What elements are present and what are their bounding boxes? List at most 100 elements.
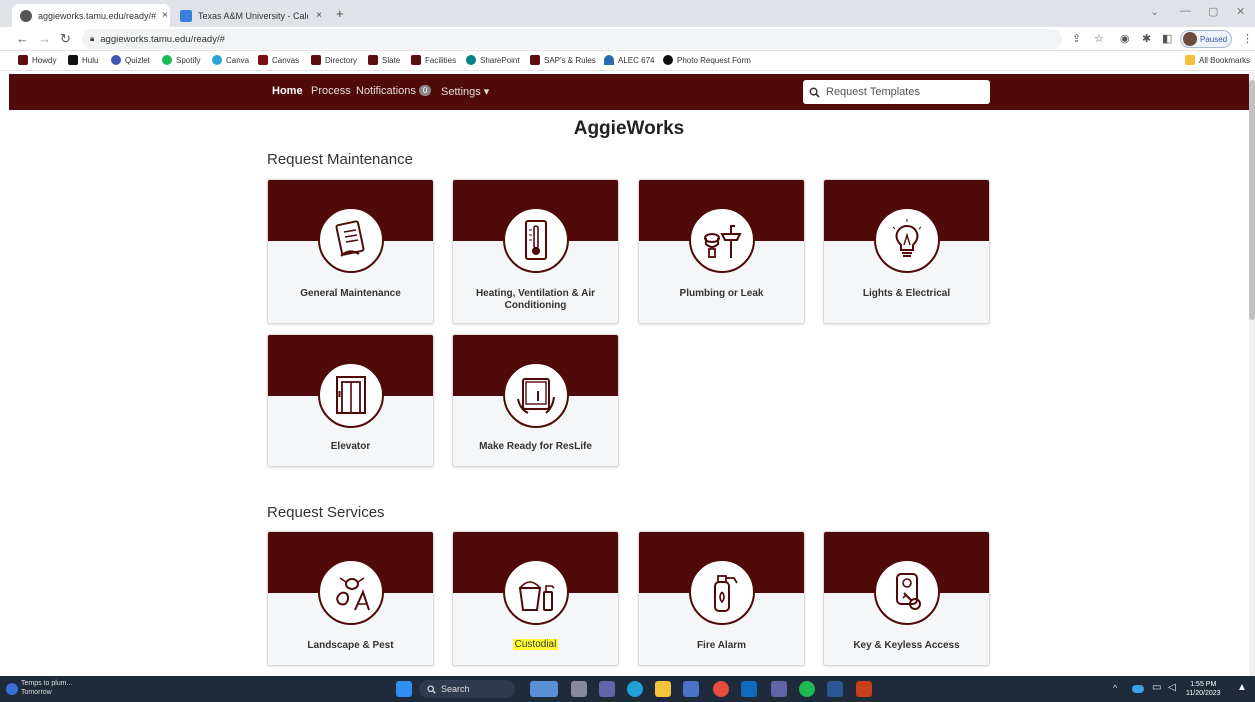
file-explorer-icon[interactable]: [655, 681, 671, 697]
plumbing-icon: [689, 207, 755, 273]
section-request-services: Request Services: [267, 504, 385, 521]
powerpoint-icon[interactable]: [856, 681, 872, 697]
share-icon[interactable]: ⇪: [1072, 32, 1081, 45]
profile-status: Paused: [1200, 34, 1228, 44]
bookmark-sharepoint[interactable]: SharePoint: [466, 55, 520, 65]
info-icon: [663, 55, 673, 65]
chrome-icon[interactable]: [713, 681, 729, 697]
request-templates-search[interactable]: Request Templates: [803, 80, 990, 104]
taskbar-clock[interactable]: 1:55 PM 11/20/2023: [1186, 680, 1221, 698]
notification-bell-icon[interactable]: ▲: [1237, 682, 1247, 693]
url-field[interactable]: 🔒︎ aggieworks.tamu.edu/ready/#: [82, 29, 1062, 49]
bookmark-slate[interactable]: Slate: [368, 55, 400, 65]
tab-aggieworks[interactable]: aggieworks.tamu.edu/ready/# ×: [12, 4, 170, 27]
network-icon[interactable]: ▭: [1152, 682, 1161, 693]
bookmark-canvas[interactable]: Canvas: [258, 55, 299, 65]
bookmark-howdy[interactable]: Howdy: [18, 55, 56, 65]
close-window-icon[interactable]: ✕: [1236, 5, 1245, 18]
card-lights-electrical[interactable]: Lights & Electrical: [823, 179, 990, 324]
card-label: Key & Keyless Access: [853, 640, 960, 651]
teams-chat-icon[interactable]: [599, 681, 615, 697]
card-landscape-pest[interactable]: Landscape & Pest: [267, 531, 434, 666]
minimize-icon[interactable]: —: [1180, 5, 1191, 17]
maximize-icon[interactable]: ▢: [1208, 5, 1218, 18]
all-bookmarks[interactable]: All Bookmarks: [1185, 55, 1250, 65]
globe-icon: [20, 9, 32, 22]
tab-search-icon[interactable]: ⌄: [1150, 5, 1159, 18]
card-make-ready-reslife[interactable]: Make Ready for ResLife: [452, 334, 619, 467]
sharepoint-icon: [466, 55, 476, 65]
onedrive-icon[interactable]: [1132, 685, 1144, 693]
cloud-icon: [604, 55, 614, 65]
edge-icon[interactable]: [627, 681, 643, 697]
chevron-up-icon[interactable]: ^: [1113, 683, 1117, 693]
bookmark-quizlet[interactable]: Quizlet: [111, 55, 150, 65]
card-key-keyless-access[interactable]: Key & Keyless Access: [823, 531, 990, 666]
tamu-icon: [18, 55, 28, 65]
bookmark-spotify[interactable]: Spotify: [162, 55, 200, 65]
windows-taskbar: Temps to plum... Tomorrow Search ^ ▭ ◁ 1…: [0, 676, 1255, 702]
menu-icon[interactable]: ⋮: [1242, 32, 1253, 45]
close-tab-icon[interactable]: ×: [316, 10, 322, 21]
sidepanel-icon[interactable]: ◧: [1162, 32, 1172, 45]
nav-settings[interactable]: Settings ▾: [441, 85, 489, 98]
tamu-icon: [258, 55, 268, 65]
weather-icon[interactable]: [6, 683, 18, 695]
lock-icon: 🔒︎: [90, 34, 95, 43]
outlook-icon[interactable]: [741, 681, 757, 697]
site-navbar: Home Process Notifications 0 Settings ▾ R…: [9, 74, 1249, 110]
calendar-icon: [180, 9, 192, 22]
card-label: Custodial: [459, 639, 612, 651]
windows-start-icon[interactable]: [396, 681, 412, 697]
card-hvac[interactable]: Heating, Ventilation & Air Conditioning: [452, 179, 619, 324]
puzzle-icon[interactable]: ✱: [1142, 32, 1151, 45]
spotify-icon: [162, 55, 172, 65]
volume-icon[interactable]: ◁: [1168, 682, 1176, 693]
bookmark-directory[interactable]: Directory: [311, 55, 357, 65]
card-label: Landscape & Pest: [307, 640, 394, 651]
task-view-icon[interactable]: [571, 681, 587, 697]
card-elevator[interactable]: Elevator: [267, 334, 434, 467]
tablet-icon: [503, 362, 569, 428]
bookmark-canva[interactable]: Canva: [212, 55, 249, 65]
search-placeholder: Request Templates: [826, 86, 920, 98]
taskbar-search[interactable]: Search: [419, 680, 515, 698]
bookmark-star-icon[interactable]: ☆: [1094, 32, 1104, 45]
nav-notifications[interactable]: Notifications 0: [356, 85, 432, 97]
elevator-icon: [318, 362, 384, 428]
canva-icon: [212, 55, 222, 65]
close-tab-icon[interactable]: ×: [162, 10, 168, 21]
widgets-icon[interactable]: [530, 681, 558, 697]
key-icon: [874, 559, 940, 625]
new-tab-button[interactable]: +: [336, 6, 344, 21]
slate-icon: [368, 55, 378, 65]
card-plumbing[interactable]: Plumbing or Leak: [638, 179, 805, 324]
card-label: Fire Alarm: [696, 640, 747, 651]
card-fire-alarm[interactable]: Fire Alarm: [638, 531, 805, 666]
card-general-maintenance[interactable]: General Maintenance: [267, 179, 434, 324]
bookmark-alec674[interactable]: ALEC 674: [604, 55, 654, 65]
bookmark-facilities[interactable]: Facilities: [411, 55, 456, 65]
bookmark-saps-rules[interactable]: SAP's & Rules: [530, 55, 596, 65]
nav-home[interactable]: Home: [272, 85, 303, 97]
scrollbar-thumb[interactable]: [1249, 80, 1255, 320]
extension-icon[interactable]: ◉: [1120, 32, 1130, 45]
bookmark-photo-request[interactable]: Photo Request Form: [663, 55, 751, 65]
profile-button[interactable]: Paused: [1180, 30, 1232, 48]
word-icon[interactable]: [827, 681, 843, 697]
reload-icon[interactable]: ↻: [60, 31, 71, 47]
bookmark-hulu[interactable]: Hulu: [68, 55, 98, 65]
weather-widget[interactable]: Temps to plum... Tomorrow: [21, 679, 72, 697]
teams-icon[interactable]: [771, 681, 787, 697]
address-bar-row: ← → ↻ 🔒︎ aggieworks.tamu.edu/ready/# ⇪ ☆…: [0, 27, 1255, 51]
page-scrollbar[interactable]: [1249, 72, 1255, 676]
card-custodial[interactable]: Custodial: [452, 531, 619, 666]
card-label: Plumbing or Leak: [679, 288, 764, 299]
back-icon[interactable]: ←: [16, 31, 29, 46]
tab-title: aggieworks.tamu.edu/ready/#: [38, 10, 157, 21]
store-icon[interactable]: [683, 681, 699, 697]
nav-process[interactable]: Process: [311, 85, 351, 97]
forward-icon[interactable]: →: [38, 31, 51, 46]
spotify-icon[interactable]: [799, 681, 815, 697]
tab-calendar[interactable]: Texas A&M University - Calenda ×: [172, 4, 330, 27]
